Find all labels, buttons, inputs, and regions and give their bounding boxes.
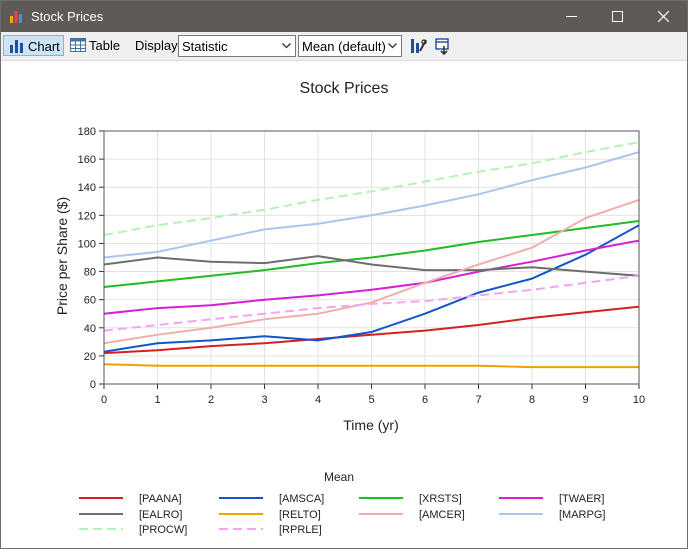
legend-label: [PAANA] <box>139 493 182 505</box>
legend-label: [RELTO] <box>279 509 321 521</box>
export-icon[interactable] <box>433 36 453 56</box>
statistic-select-value: Mean (default) <box>302 39 386 54</box>
y-tick-label: 0 <box>90 379 96 391</box>
x-tick-label: 4 <box>315 394 321 406</box>
chart-legend: [PAANA] [AMSCA] [XRSTS] [TWAER] [EALRO] [RELT… <box>79 493 605 536</box>
y-tick-label: 180 <box>78 126 96 138</box>
y-axis-label: Price per Share ($) <box>54 197 70 315</box>
x-tick-label: 5 <box>368 394 374 406</box>
x-tick-label: 8 <box>529 394 535 406</box>
y-tick-label: 60 <box>84 295 96 307</box>
legend-label: [EALRO] <box>139 509 182 521</box>
x-tick-label: 3 <box>261 394 267 406</box>
minimize-button[interactable] <box>549 1 595 32</box>
graph-settings-icon[interactable] <box>408 36 428 56</box>
display-select-value: Statistic <box>182 39 228 54</box>
statistic-select[interactable]: Mean (default) <box>298 35 402 57</box>
legend-label: [AMSCA] <box>279 493 324 505</box>
legend-label: [TWAER] <box>559 493 604 505</box>
y-tick-label: 140 <box>78 182 96 194</box>
title-bar[interactable]: Stock Prices <box>1 1 687 32</box>
chart-area: Stock Prices 0 1 2 3 4 5 6 7 8 9 10 0 20 40 60 80 100 120… <box>1 61 687 548</box>
x-axis-label: Time (yr) <box>343 417 398 433</box>
chevron-down-icon <box>388 43 397 49</box>
legend-title: Mean <box>324 470 354 484</box>
y-tick-label: 120 <box>78 210 96 222</box>
close-button[interactable] <box>641 1 687 32</box>
legend-label: [PROCW] <box>139 524 187 536</box>
chart-title: Stock Prices <box>300 80 389 97</box>
display-label: Display: <box>135 38 182 53</box>
legend-label: [AMCER] <box>419 509 465 521</box>
x-tick-label: 0 <box>101 394 107 406</box>
x-tick-label: 9 <box>582 394 588 406</box>
legend-label: [XRSTS] <box>419 493 462 505</box>
table-view-label: Table <box>89 38 121 53</box>
chevron-down-icon <box>282 43 291 49</box>
app-window: Stock Prices Chart Table Display: Statis… <box>0 0 688 549</box>
toolbar: Chart Table Display: Statistic Mean (def… <box>1 32 687 61</box>
minimize-icon <box>566 16 577 17</box>
x-tick-label: 10 <box>633 394 645 406</box>
bar-chart-icon <box>10 40 23 53</box>
y-tick-label: 20 <box>84 351 96 363</box>
line-chart: Stock Prices 0 1 2 3 4 5 6 7 8 9 10020406080100120… <box>54 80 645 536</box>
table-icon <box>70 38 86 52</box>
maximize-icon <box>612 11 623 22</box>
chart-view-label: Chart <box>28 39 60 54</box>
x-tick-label: 7 <box>475 394 481 406</box>
table-view-button[interactable]: Table <box>68 35 122 56</box>
x-tick-label: 1 <box>154 394 160 406</box>
chart-app-icon <box>10 11 22 23</box>
close-icon <box>658 11 669 22</box>
x-tick-label: 6 <box>422 394 428 406</box>
y-tick-label: 80 <box>84 267 96 279</box>
legend-label: [RPRLE] <box>279 524 322 536</box>
y-tick-label: 40 <box>84 323 96 335</box>
display-select[interactable]: Statistic <box>178 35 296 57</box>
window-title: Stock Prices <box>31 9 104 24</box>
y-tick-label: 160 <box>78 154 96 166</box>
legend-label: [MARPG] <box>559 509 605 521</box>
maximize-button[interactable] <box>595 1 641 32</box>
chart-view-button[interactable]: Chart <box>3 35 64 56</box>
x-tick-label: 2 <box>208 394 214 406</box>
y-tick-label: 100 <box>78 238 96 250</box>
